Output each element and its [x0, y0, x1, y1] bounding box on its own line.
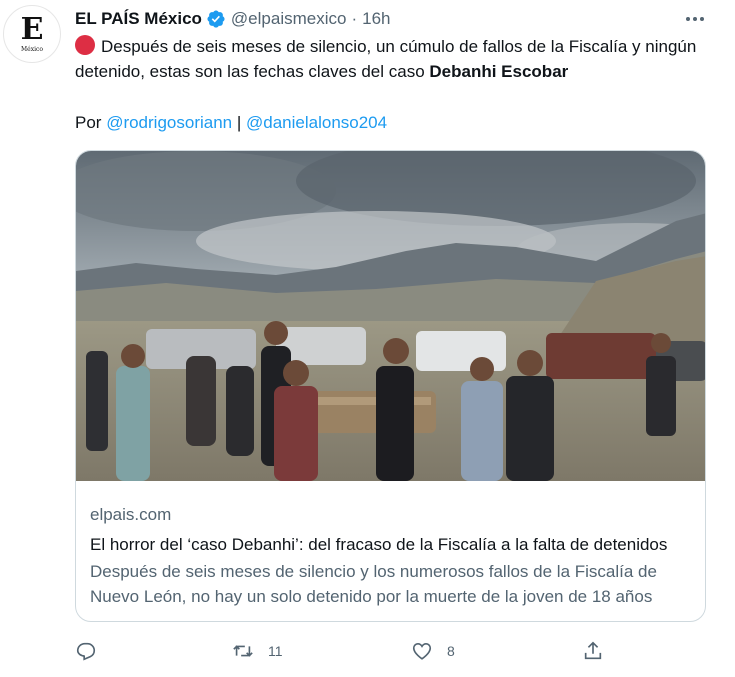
retweet-icon [233, 645, 253, 657]
like-count: 8 [447, 643, 455, 659]
tweet-timestamp[interactable]: 16h [362, 9, 390, 29]
reply-button[interactable] [75, 638, 111, 664]
card-image[interactable] [76, 151, 705, 481]
link-preview-card[interactable]: elpais.com El horror del ‘caso Debanhi’:… [75, 150, 706, 622]
author-handle[interactable]: @elpaismexico [231, 9, 347, 29]
avatar-logo-subtitle: México [21, 45, 43, 53]
byline-prefix: Por [75, 113, 107, 132]
separator-dot: · [351, 9, 358, 28]
red-circle-emoji-icon [75, 35, 95, 55]
author-name[interactable]: EL PAÍS México [75, 9, 202, 29]
card-description: Después de seis meses de silencio y los … [90, 562, 657, 606]
tweet-actions: 11 8 [75, 638, 675, 664]
funeral-photo [76, 151, 705, 481]
byline-separator: | [232, 113, 246, 132]
card-title: El horror del ‘caso Debanhi’: del fracas… [90, 535, 668, 554]
card-domain: elpais.com [90, 505, 172, 524]
mention-link-2[interactable]: @danielalonso204 [246, 113, 387, 132]
avatar[interactable]: E México [3, 5, 61, 63]
tweet-header: EL PAÍS México @elpaismexico · 16h [75, 8, 391, 30]
tweet-text-body: Después de seis meses de silencio, un cú… [75, 37, 697, 81]
verified-badge-icon [206, 9, 226, 29]
like-button[interactable]: 8 [411, 638, 455, 664]
card-body[interactable]: elpais.com El horror del ‘caso Debanhi’:… [76, 481, 705, 621]
reply-icon [76, 642, 96, 661]
more-options-icon[interactable] [683, 9, 707, 29]
tweet[interactable]: E México EL PAÍS México @elpaismexico · … [0, 0, 735, 677]
heart-icon [412, 643, 432, 660]
share-button[interactable] [582, 638, 618, 664]
tweet-byline: Por @rodrigosoriann | @danielalonso204 [75, 110, 387, 135]
avatar-logo: E [20, 11, 44, 47]
mention-link-1[interactable]: @rodrigosoriann [106, 113, 232, 132]
tweet-text: Después de seis meses de silencio, un cú… [75, 34, 715, 84]
tweet-text-bold: Debanhi Escobar [429, 62, 569, 81]
share-icon [584, 641, 602, 660]
retweet-count: 11 [268, 643, 283, 659]
retweet-button[interactable]: 11 [232, 638, 283, 664]
